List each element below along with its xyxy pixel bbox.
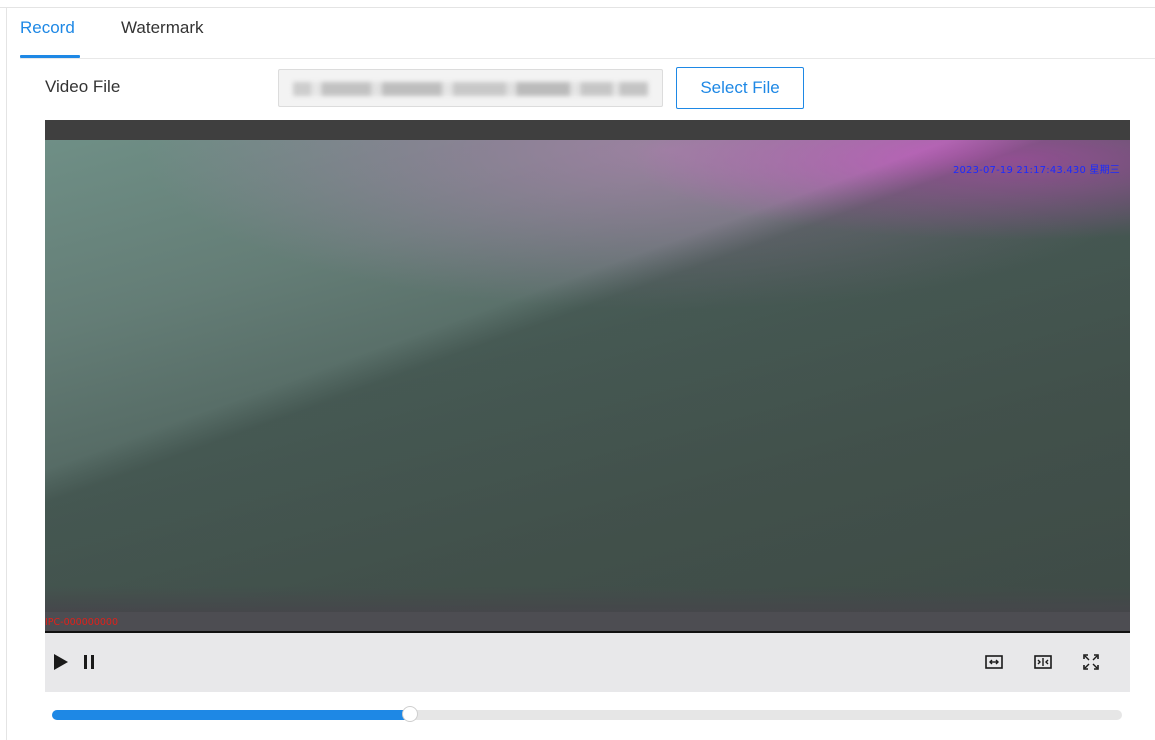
pause-icon[interactable] bbox=[82, 654, 96, 670]
fullscreen-icon[interactable] bbox=[1081, 652, 1101, 672]
tab-record[interactable]: Record bbox=[20, 18, 75, 38]
osd-timestamp: 2023-07-19 21:17:43.430 星期三 bbox=[952, 165, 1120, 176]
video-file-path-field[interactable] bbox=[278, 69, 663, 107]
panel-left-border bbox=[6, 7, 7, 740]
video-bottom-band bbox=[45, 612, 1130, 633]
video-file-label: Video File bbox=[45, 77, 121, 96]
progress-fill bbox=[52, 710, 411, 720]
player-controls bbox=[45, 633, 1130, 692]
playback-progress-bar[interactable] bbox=[52, 706, 1122, 722]
tab-bar: Record Watermark bbox=[20, 8, 1155, 59]
video-frame-image bbox=[45, 140, 1130, 612]
video-viewport[interactable]: 2023-07-19 21:17:43.430 星期三 IPC-00000000… bbox=[45, 120, 1130, 633]
video-floor-strip bbox=[45, 586, 1130, 612]
play-icon[interactable] bbox=[53, 653, 69, 671]
osd-channel-label: IPC-000000000 bbox=[45, 617, 118, 628]
tab-watermark[interactable]: Watermark bbox=[121, 18, 204, 38]
fit-to-window-icon[interactable] bbox=[984, 652, 1004, 672]
original-size-icon[interactable] bbox=[1033, 652, 1053, 672]
blurred-file-path bbox=[293, 82, 648, 96]
active-tab-indicator bbox=[20, 55, 80, 58]
video-shadow-region bbox=[45, 140, 1130, 612]
select-file-button[interactable]: Select File bbox=[676, 67, 804, 109]
video-player: 2023-07-19 21:17:43.430 星期三 IPC-00000000… bbox=[45, 120, 1130, 692]
